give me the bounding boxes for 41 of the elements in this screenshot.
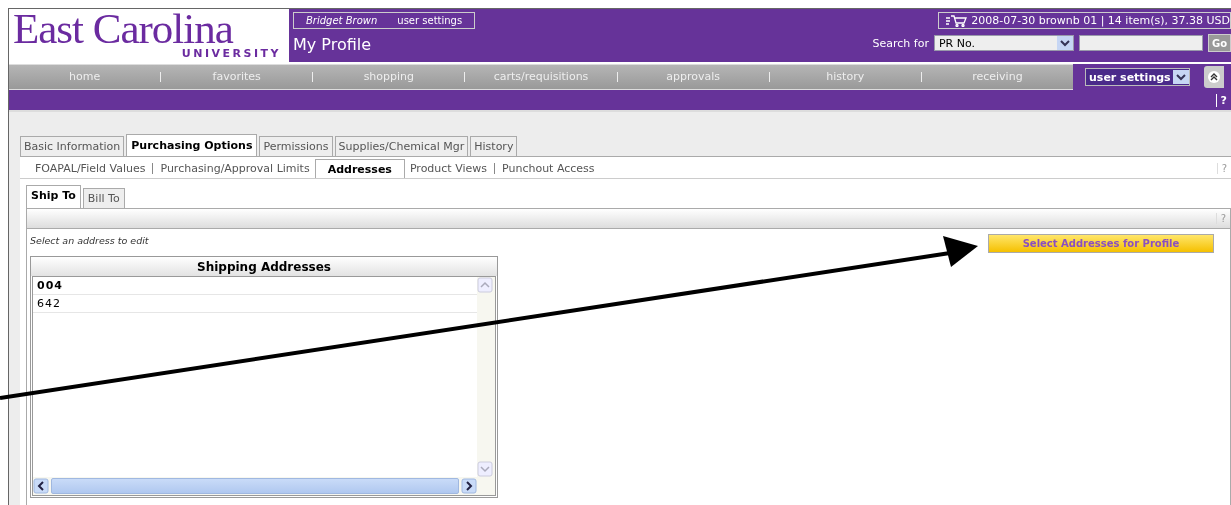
address-tab[interactable]: Ship To — [26, 185, 81, 209]
list-row[interactable]: 642 — [33, 295, 477, 313]
list-row[interactable]: 004 — [33, 277, 477, 295]
user-settings-select[interactable]: user settings — [1085, 68, 1190, 86]
address-tab[interactable]: Bill To — [82, 188, 125, 208]
user-settings-link[interactable]: user settings — [397, 15, 463, 26]
sub-tab[interactable]: Punchout Access — [497, 159, 600, 178]
help-link[interactable]: ? — [1215, 93, 1227, 107]
hint-text: Select an address to edit — [30, 235, 149, 246]
tab[interactable]: Basic Information — [20, 136, 125, 156]
chevron-down-icon — [1059, 39, 1070, 47]
scroll-left-icon — [33, 478, 49, 494]
vertical-scrollbar[interactable] — [477, 277, 495, 477]
scroll-down-icon — [477, 461, 493, 477]
sub-tab[interactable]: FOAPAL/Field Values — [30, 159, 151, 178]
cart-summary[interactable]: 2008-07-30 brownb 01 | 14 item(s), 37.38 USD — [938, 12, 1231, 29]
user-name: Bridget Brown — [306, 15, 378, 26]
sub-tab[interactable]: Product Views — [404, 159, 492, 178]
scroll-thumb[interactable] — [51, 478, 459, 494]
horizontal-scrollbar[interactable] — [33, 477, 495, 495]
sub-tab[interactable]: Purchasing/Approval Limits — [155, 159, 315, 178]
cart-text: 2008-07-30 brownb 01 | 14 item(s), 37.38 USD — [971, 14, 1230, 27]
search-field[interactable] — [1078, 35, 1203, 51]
double-chevron-up-icon — [1207, 71, 1220, 83]
sub-tab[interactable]: Addresses — [314, 159, 405, 179]
scroll-right-icon — [461, 478, 477, 494]
collapse-button[interactable] — [1203, 66, 1224, 88]
logo-subtitle: UNIVERSITY — [181, 49, 281, 59]
tab[interactable]: Purchasing Options — [126, 134, 258, 157]
scroll-up-icon — [477, 277, 493, 293]
select-addresses-button[interactable]: Select Addresses for Profile — [988, 234, 1214, 253]
tab[interactable]: Supplies/Chemical Mgr — [334, 136, 469, 156]
page-title: My Profile — [293, 35, 373, 54]
search-label: Search for — [872, 36, 929, 50]
search-type-select[interactable]: PR No. — [933, 35, 1074, 51]
logo-wordmark: East Carolina — [13, 9, 234, 49]
chevron-down-icon — [1175, 73, 1186, 81]
list-title: Shipping Addresses — [31, 257, 497, 276]
tab[interactable]: Permissions — [259, 136, 333, 156]
cart-icon — [945, 14, 968, 27]
tab[interactable]: History — [470, 136, 518, 156]
